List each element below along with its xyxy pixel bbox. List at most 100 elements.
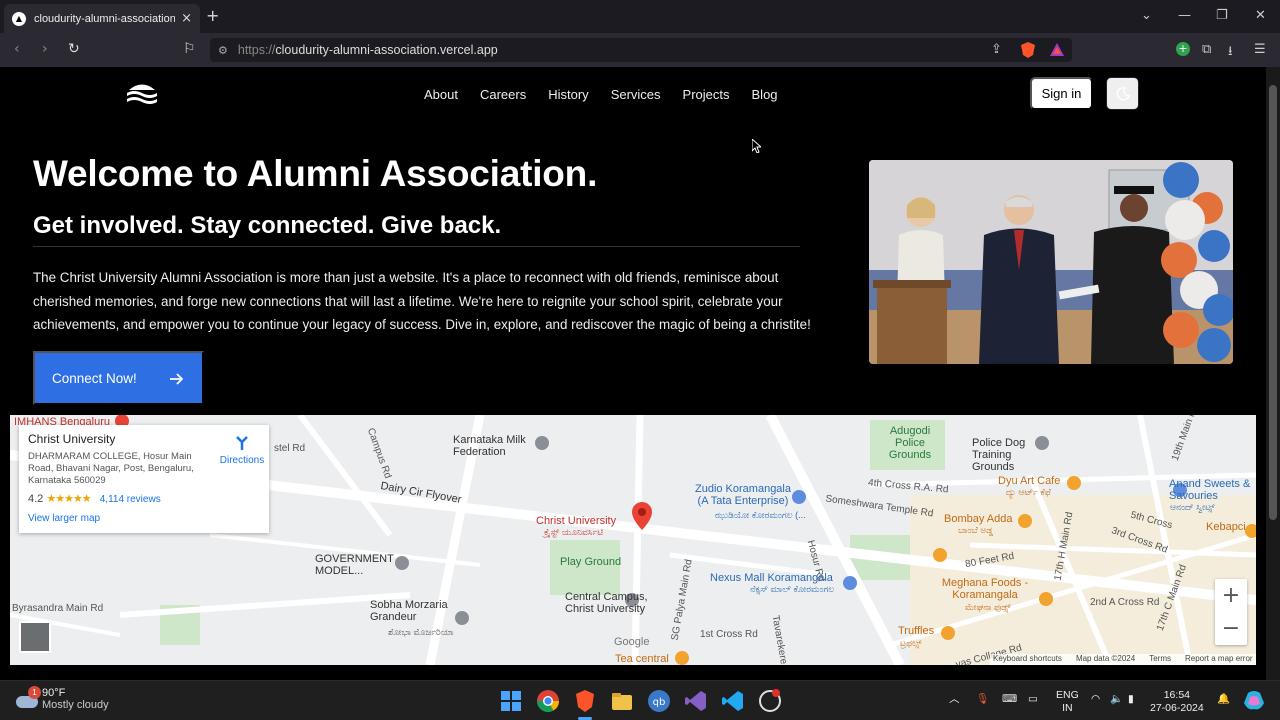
share-icon[interactable]: ⇪ xyxy=(991,42,1002,57)
map-label-gov-model: GOVERNMENT MODEL... xyxy=(315,553,394,577)
github-desktop-icon[interactable] xyxy=(758,689,782,713)
map-label-christ-pin-local: ಕ್ರೈಸ್ಟ್ ಯೂನಿವರ್ಸಿಟಿ xyxy=(544,527,604,537)
map-label-dyu-art-local: ದ್ಯು ಆರ್ಟ್ ಕೆಫೆ xyxy=(1006,487,1051,497)
display-icon[interactable]: ▭ xyxy=(1028,693,1038,706)
wifi-icon[interactable]: ◠ xyxy=(1091,693,1100,706)
site-logo-icon[interactable] xyxy=(126,81,158,107)
browser-tab[interactable]: ▲ cloudurity-alumni-association.vercel.a… xyxy=(4,4,200,33)
nav-careers[interactable]: Careers xyxy=(480,87,526,102)
map-label-kebapci: Kebapci xyxy=(1206,521,1246,533)
copilot-icon[interactable] xyxy=(1242,689,1266,713)
mouse-cursor-icon xyxy=(752,139,761,153)
place-reviews-link[interactable]: 4,114 reviews xyxy=(100,494,161,505)
download-icon[interactable]: ⭳ xyxy=(1228,42,1233,64)
directions-button[interactable]: Directions xyxy=(217,433,267,466)
weather-condition: Mostly cloudy xyxy=(42,699,109,711)
map-label-sobha-local: ಶೋಭಾ ಮೊರ್ಜರಿಯಾ xyxy=(388,627,454,637)
map-label-anand: Anand Sweets & Savouries xyxy=(1169,478,1251,502)
report-map-error-link[interactable]: Report a map error xyxy=(1185,654,1253,665)
tab-list-chevron-down-icon[interactable]: ⌄ xyxy=(1141,8,1152,23)
map-label-adugodi: Adugodi Police Grounds xyxy=(888,425,932,461)
directions-label: Directions xyxy=(219,455,265,466)
map-label-1st-cross: 1st Cross Rd xyxy=(700,629,758,640)
extension-add-icon[interactable]: + xyxy=(1176,42,1190,56)
map-label-play-ground: Play Ground xyxy=(560,556,622,568)
clock[interactable]: 16:54 27-06-2024 xyxy=(1150,689,1204,715)
zoom-in-button[interactable]: + xyxy=(1215,579,1247,612)
map-label-bombay-local: ಬಾಂಬೆ ಅಡ್ಡ xyxy=(958,525,993,535)
connect-now-button[interactable]: Connect Now! xyxy=(33,351,204,405)
menu-icon[interactable]: ☰ xyxy=(1254,42,1266,57)
map-label-christ-pin: Christ University xyxy=(536,515,617,527)
map-label-zudio: Zudio Koramangala (A Tata Enterprise) xyxy=(694,483,791,507)
minimize-icon[interactable]: — xyxy=(1178,8,1191,23)
nav-projects[interactable]: Projects xyxy=(683,87,730,102)
page-scrollbar[interactable] xyxy=(1266,67,1280,680)
place-rating: 4.2 xyxy=(28,493,44,505)
map-label-meghana: Meghana Foods - Koramangala xyxy=(941,577,1029,601)
satellite-toggle-thumbnail[interactable] xyxy=(19,621,51,653)
scrollbar-thumb[interactable] xyxy=(1269,85,1277,520)
tab-title: cloudurity-alumni-association.vercel.app xyxy=(34,12,176,25)
new-tab-icon[interactable]: + xyxy=(206,6,219,25)
site-info-icon[interactable]: ⚙ xyxy=(218,44,228,57)
graduation-photo xyxy=(869,160,1233,364)
start-windows-icon[interactable] xyxy=(499,689,523,713)
view-larger-map-link[interactable]: View larger map xyxy=(28,513,260,524)
close-tab-icon[interactable]: × xyxy=(181,11,192,26)
vercel-favicon-icon: ▲ xyxy=(12,11,26,26)
browser-toolbar: ‹ › ↻ ⚐ ⚙ https:// cloudurity-alumni-ass… xyxy=(0,33,1280,67)
weather-widget[interactable]: 1 90°F Mostly cloudy xyxy=(14,686,109,711)
keyboard-shortcuts-link[interactable]: Keyboard shortcuts xyxy=(993,654,1062,665)
brave-shields-icon[interactable] xyxy=(1020,41,1036,59)
hero-divider xyxy=(33,246,800,247)
hero-description: The Christ University Alumni Association… xyxy=(33,270,811,332)
microphone-icon[interactable]: 🎙 xyxy=(976,693,989,706)
address-bar[interactable]: ⚙ https:// cloudurity-alumni-association… xyxy=(210,38,1072,62)
speaker-muted-icon[interactable]: 🔈 xyxy=(1110,693,1123,706)
map-label-nexus-local: ನೆಕ್ಸಸ್ ಮಾಲ್ ಕೋರಮಂಗಲ xyxy=(750,584,835,594)
zoom-out-button[interactable]: − xyxy=(1215,612,1247,645)
cloudy-weather-icon: 1 xyxy=(14,686,41,710)
nav-about[interactable]: About xyxy=(424,87,458,102)
brave-app-icon[interactable] xyxy=(573,689,597,713)
battery-icon[interactable]: ▮ xyxy=(1128,693,1134,706)
show-hidden-icons-chevron-up-icon[interactable]: ︿ xyxy=(949,693,960,706)
sign-in-button[interactable]: Sign in xyxy=(1030,77,1093,110)
hero-subtitle: Get involved. Stay connected. Give back. xyxy=(33,212,502,239)
extensions-icon[interactable]: ⧉ xyxy=(1202,42,1211,57)
brave-rewards-icon[interactable] xyxy=(1049,42,1065,57)
hero-title: Welcome to Alumni Association. xyxy=(33,153,598,194)
browser-tab-strip: ▲ cloudurity-alumni-association.vercel.a… xyxy=(0,0,1280,33)
language-indicator[interactable]: ENG IN xyxy=(1056,689,1079,715)
arrow-right-icon xyxy=(170,373,184,385)
theme-toggle-button[interactable] xyxy=(1106,77,1139,110)
back-icon[interactable]: ‹ xyxy=(14,41,20,57)
web-page: About Careers History Services Projects … xyxy=(0,67,1266,680)
nav-blog[interactable]: Blog xyxy=(752,87,778,102)
place-address: DHARMARAM COLLEGE, Hosur Main Road, Bhav… xyxy=(28,451,194,486)
nav-services[interactable]: Services xyxy=(611,87,661,102)
connect-now-label: Connect Now! xyxy=(52,370,137,386)
qbittorrent-icon[interactable]: qb xyxy=(647,689,671,713)
google-map-embed[interactable]: IMHANS Bengaluru Campus Rd stel Rd Karna… xyxy=(10,415,1256,665)
weather-temp: 90°F xyxy=(42,687,66,699)
maximize-icon[interactable]: ❐ xyxy=(1216,8,1228,23)
bookmark-icon[interactable]: ⚐ xyxy=(183,41,196,57)
reload-icon[interactable]: ↻ xyxy=(68,41,80,57)
close-window-icon[interactable]: ✕ xyxy=(1255,8,1266,23)
google-logo: Google xyxy=(614,636,650,648)
nav-history[interactable]: History xyxy=(548,87,588,102)
forward-icon[interactable]: › xyxy=(42,41,48,57)
chrome-app-icon[interactable] xyxy=(536,689,560,713)
map-label-castle-rd: stel Rd xyxy=(274,443,306,454)
vscode-icon[interactable] xyxy=(721,689,745,713)
file-explorer-icon[interactable] xyxy=(610,689,634,713)
visual-studio-icon[interactable] xyxy=(684,689,708,713)
terms-link[interactable]: Terms xyxy=(1149,654,1171,665)
notification-bell-icon[interactable]: 🔔 xyxy=(1217,693,1230,706)
url-host: cloudurity-alumni-association.vercel.app xyxy=(275,43,498,57)
place-rating-row: 4.2 ★★★★★ 4,114 reviews xyxy=(28,492,260,505)
keyboard-icon[interactable]: ⌨ xyxy=(1002,693,1017,706)
map-label-zudio-local: ಝುಡಿಯೋ ಕೋರಮಂಗಲ (... xyxy=(715,510,806,520)
